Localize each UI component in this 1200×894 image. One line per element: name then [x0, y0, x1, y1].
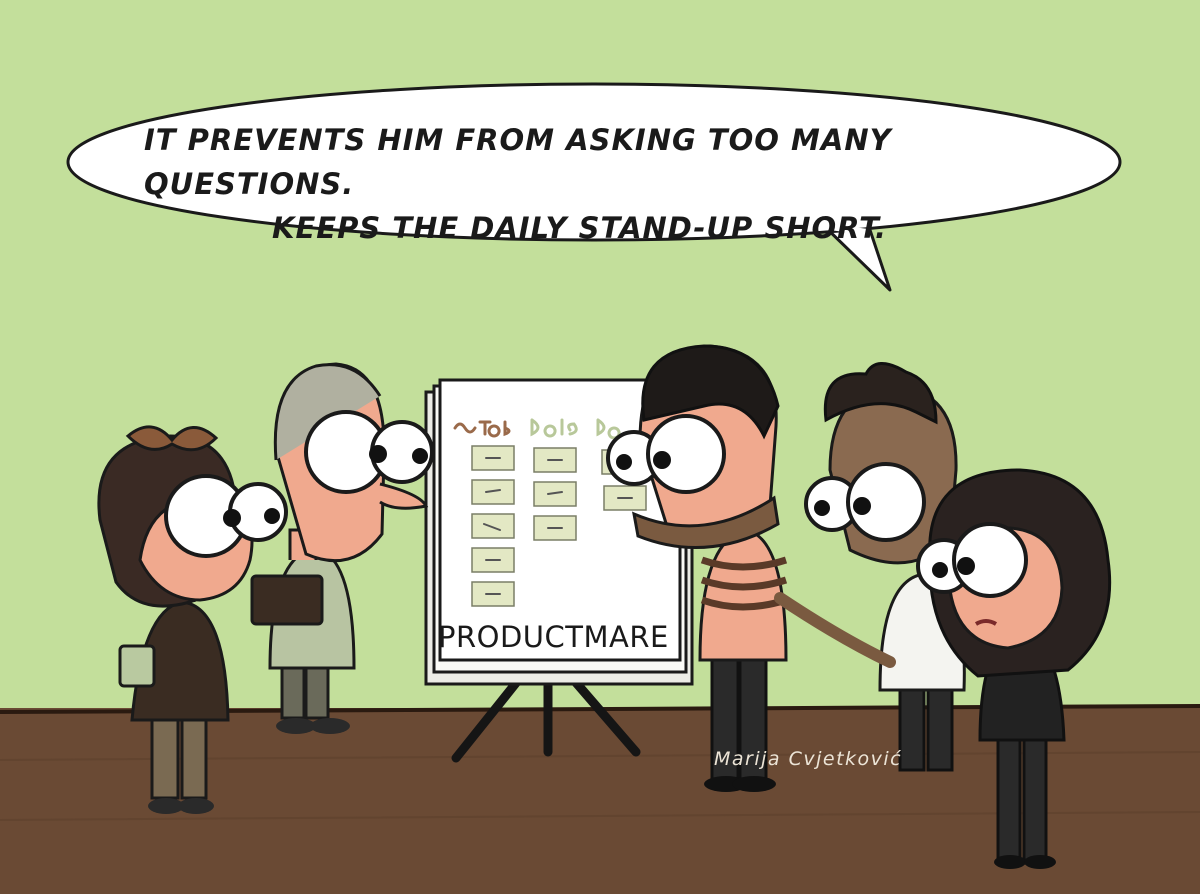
artist-signature: Marija Cvjetković [714, 748, 903, 770]
flipchart-label: PRODUCTMARE [438, 620, 669, 654]
cartoon-scene: IT PREVENTS HIM FROM ASKING TOO MANY QUE… [0, 0, 1200, 894]
speech-line-2: KEEPS THE DAILY STAND-UP SHORT. [272, 211, 888, 245]
speech-bubble-text: IT PREVENTS HIM FROM ASKING TOO MANY QUE… [100, 118, 1100, 250]
speech-line-1: IT PREVENTS HIM FROM ASKING TOO MANY QUE… [144, 123, 892, 201]
